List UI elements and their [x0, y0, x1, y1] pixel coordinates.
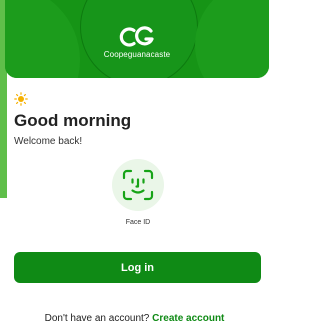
- create-account-link[interactable]: Create account: [152, 313, 224, 323]
- face-id-label: Face ID: [125, 219, 151, 226]
- welcome-subtitle: Welcome back!: [14, 136, 83, 147]
- sun-icon: [14, 92, 28, 106]
- face-id-button[interactable]: [112, 159, 164, 211]
- face-id-icon: [122, 169, 154, 201]
- login-screen: Coopeguanacaste Good morning Welcome bac…: [0, 0, 269, 323]
- signup-row: Don't have an account? Create account: [0, 313, 269, 323]
- signup-prompt: Don't have an account?: [44, 313, 150, 323]
- greeting-title: Good morning: [14, 111, 132, 130]
- brand-name: Coopeguanacaste: [103, 50, 171, 59]
- logo-mark-icon: [119, 26, 154, 47]
- login-button[interactable]: Log in: [14, 252, 261, 283]
- header-banner: Coopeguanacaste: [5, 0, 269, 78]
- brand-logo: Coopeguanacaste: [5, 26, 269, 59]
